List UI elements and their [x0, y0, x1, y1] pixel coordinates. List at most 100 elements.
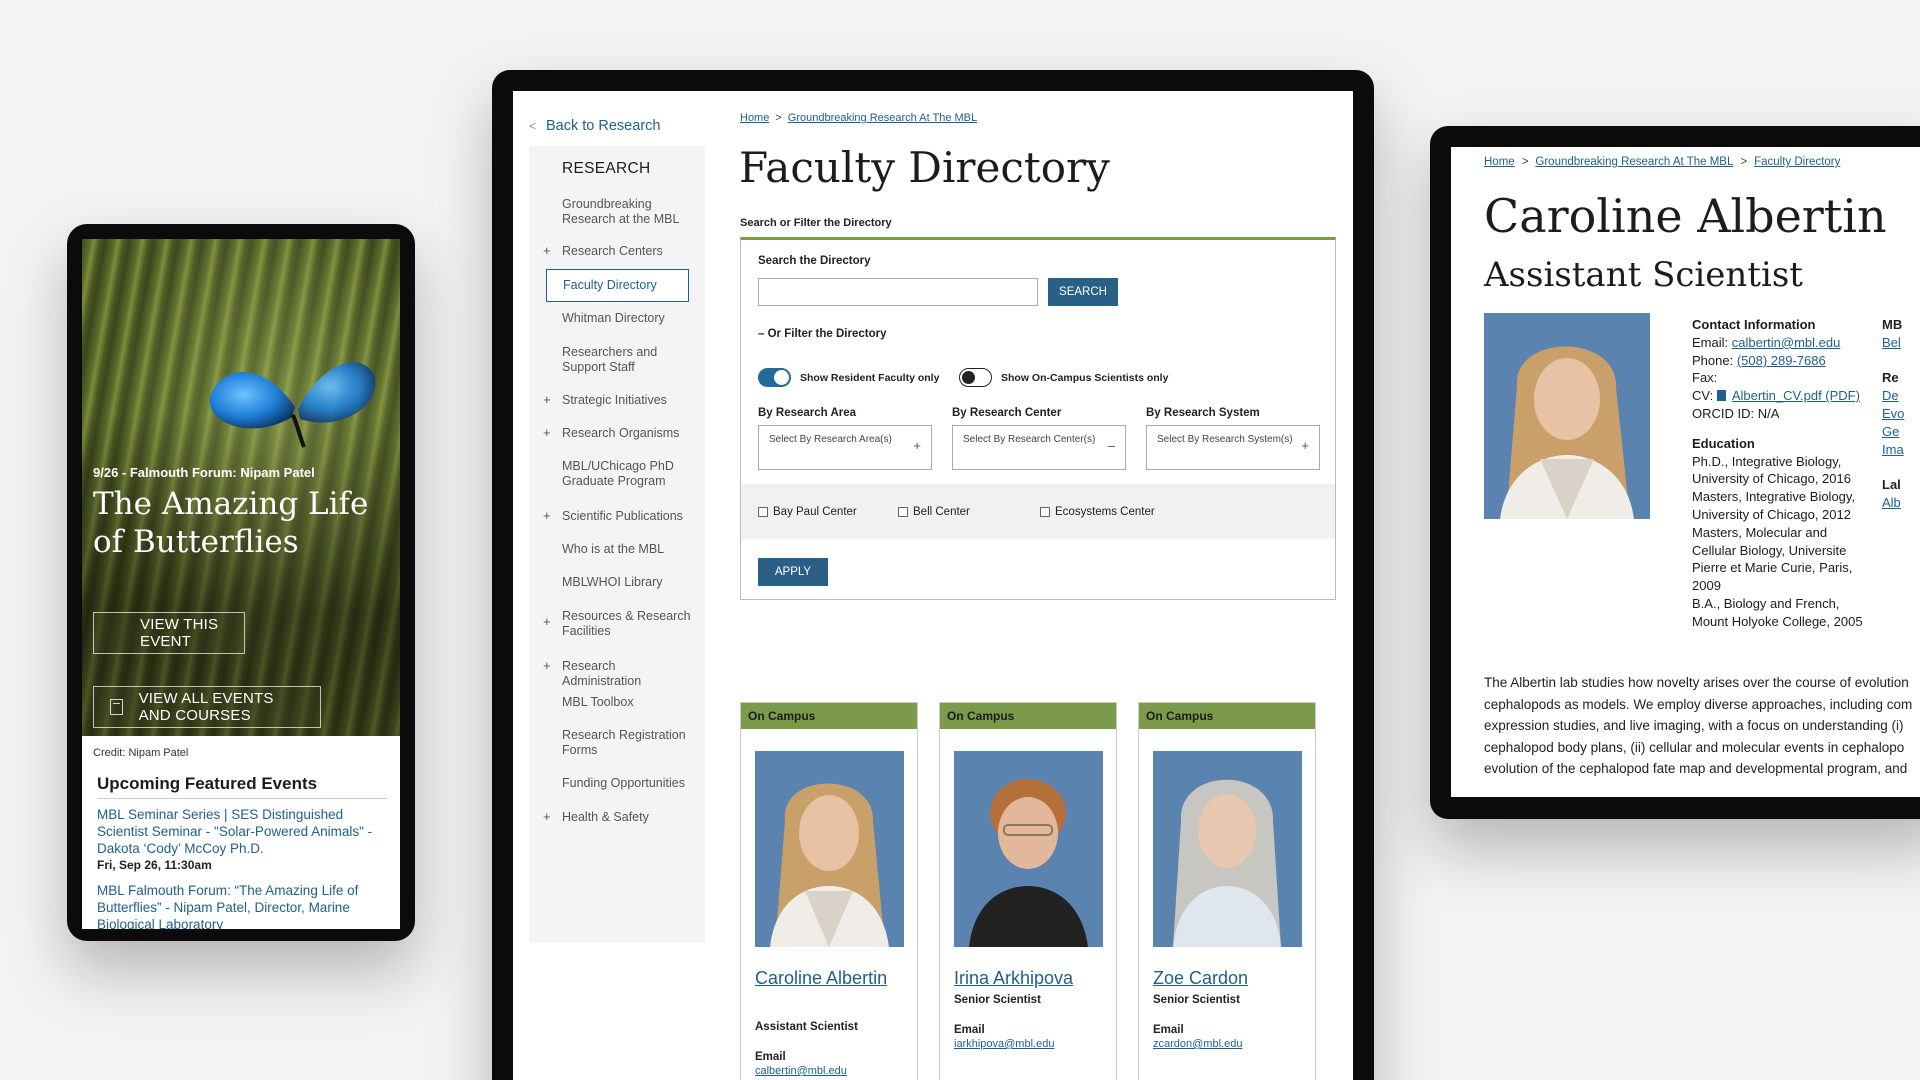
search-input[interactable]: [758, 278, 1038, 306]
sidebar-item-label: Faculty Directory: [563, 278, 657, 292]
breadcrumb-separator: >: [775, 112, 782, 124]
profile-tablet-device: Home > Groundbreaking Research At The MBL >…: [1430, 126, 1920, 819]
sidebar-item-faculty-directory[interactable]: Faculty Directory: [546, 269, 689, 302]
sidebar-item-researchers-staff[interactable]: Researchers and Support Staff: [562, 345, 692, 375]
phone-screen: 9/26 - Falmouth Forum: Nipam Patel The A…: [82, 239, 400, 929]
research-center-select[interactable]: Select By Research Center(s) –: [952, 425, 1126, 470]
divider: [97, 798, 387, 799]
checkbox-bay-paul-center[interactable]: Bay Paul Center: [758, 506, 857, 518]
sidebar-item-funding[interactable]: Funding Opportunities: [562, 776, 692, 791]
education-item: Ph.D., Integrative Biology, University o…: [1692, 453, 1851, 487]
sidebar-item-research-admin[interactable]: Research Administration: [562, 659, 692, 689]
sidebar-item-resources[interactable]: Resources & Research Facilities: [562, 609, 692, 639]
plus-icon[interactable]: +: [543, 508, 551, 523]
email-link[interactable]: calbertin@mbl.edu: [755, 1065, 847, 1077]
breadcrumb-groundbreaking[interactable]: Groundbreaking Research At The MBL: [1535, 156, 1733, 168]
cropped-heading: Lal: [1882, 477, 1901, 493]
sidebar-item-who-is-at-mbl[interactable]: Who is at the MBL: [562, 542, 692, 557]
toggle-switch-on[interactable]: [758, 368, 791, 387]
plus-icon[interactable]: +: [543, 614, 551, 629]
faculty-card[interactable]: On Campus Caroline Albertin Assistant Sc…: [740, 702, 918, 1080]
faculty-card[interactable]: On Campus Zoe Cardon Senior Scientist Em…: [1138, 702, 1316, 1080]
cropped-link[interactable]: Bel: [1882, 334, 1904, 352]
page-title: Faculty Directory: [739, 143, 1110, 192]
email-label: Email: [755, 1051, 786, 1063]
apply-button[interactable]: APPLY: [758, 558, 828, 586]
plus-icon[interactable]: +: [543, 392, 551, 407]
faculty-photo[interactable]: [1153, 751, 1302, 947]
research-area-select[interactable]: Select By Research Area(s) +: [758, 425, 932, 470]
sidebar-item-research-centers[interactable]: Research Centers: [562, 244, 692, 259]
event-item[interactable]: MBL Falmouth Forum: “The Amazing Life of…: [97, 882, 392, 929]
status-badge: On Campus: [741, 703, 917, 729]
education-item: Masters, Molecular and Cellular Biology,…: [1692, 524, 1853, 594]
email-link[interactable]: iarkhipova@mbl.edu: [954, 1038, 1054, 1050]
plus-icon[interactable]: +: [543, 658, 551, 673]
breadcrumb-home[interactable]: Home: [740, 112, 769, 124]
plus-icon: +: [913, 438, 921, 453]
cropped-link[interactable]: Alb: [1882, 494, 1904, 512]
event-title[interactable]: MBL Seminar Series | SES Distinguished S…: [97, 806, 392, 857]
email-link[interactable]: calbertin@mbl.edu: [1732, 335, 1841, 350]
filter-toggle[interactable]: – Or Filter the Directory: [758, 328, 886, 340]
cropped-link[interactable]: Ge: [1882, 423, 1904, 441]
sidebar-item-health-safety[interactable]: Health & Safety: [562, 810, 692, 825]
breadcrumb-groundbreaking[interactable]: Groundbreaking Research At The MBL: [788, 112, 977, 124]
checkbox-icon[interactable]: [898, 507, 908, 517]
research-system-select[interactable]: Select By Research System(s) +: [1146, 425, 1320, 470]
bio-line: cephalopods as models. We employ diverse…: [1484, 696, 1913, 712]
faculty-photo[interactable]: [954, 751, 1103, 947]
toggle-switch-off[interactable]: [959, 368, 992, 387]
phone-link[interactable]: (508) 289-7686: [1737, 353, 1826, 368]
sidebar-item-research-organisms[interactable]: Research Organisms: [562, 426, 692, 441]
event-title[interactable]: MBL Falmouth Forum: “The Amazing Life of…: [97, 882, 392, 929]
sidebar-item-phd-program[interactable]: MBL/UChicago PhD Graduate Program: [562, 459, 692, 489]
sidebar-item-publications[interactable]: Scientific Publications: [562, 509, 692, 524]
plus-icon[interactable]: +: [543, 243, 551, 258]
sidebar-item-registration-forms[interactable]: Research Registration Forms: [562, 728, 692, 758]
cv-row: CV: Albertin_CV.pdf (PDF): [1692, 387, 1872, 405]
plus-icon[interactable]: +: [543, 425, 551, 440]
select-placeholder: Select By Research System(s): [1157, 434, 1293, 445]
filter-toggle-label: Or Filter the Directory: [767, 328, 887, 340]
profile-bio: The Albertin lab studies how novelty ari…: [1484, 672, 1920, 780]
sidebar-item-groundbreaking[interactable]: Groundbreaking Research at the MBL: [562, 197, 692, 227]
profile-screen: Home > Groundbreaking Research At The MBL >…: [1451, 147, 1920, 797]
event-item[interactable]: MBL Seminar Series | SES Distinguished S…: [97, 806, 392, 872]
cv-link[interactable]: Albertin_CV.pdf (PDF): [1732, 388, 1860, 403]
sidebar-item-library[interactable]: MBLWHOI Library: [562, 575, 692, 590]
sidebar-item-toolbox[interactable]: MBL Toolbox: [562, 695, 692, 710]
faculty-role: Senior Scientist: [954, 994, 1041, 1006]
email-link[interactable]: zcardon@mbl.edu: [1153, 1038, 1242, 1050]
sidebar-item-strategic-initiatives[interactable]: Strategic Initiatives: [562, 393, 692, 408]
back-to-research-link[interactable]: < Back to Research: [529, 118, 660, 134]
view-all-events-button[interactable]: VIEW ALL EVENTS AND COURSES: [93, 686, 321, 728]
directory-screen: < Back to Research RESEARCH Groundbreaki…: [513, 91, 1353, 1080]
toggle-label: Show On-Campus Scientists only: [1001, 371, 1169, 384]
checkbox-bell-center[interactable]: Bell Center: [898, 506, 970, 518]
breadcrumb-home[interactable]: Home: [1484, 156, 1515, 168]
butterfly-image: [209, 362, 376, 448]
faculty-name-link[interactable]: Caroline Albertin: [755, 965, 910, 992]
checkbox-icon[interactable]: [1040, 507, 1050, 517]
fax-row: Fax:: [1692, 370, 1718, 386]
view-event-button[interactable]: VIEW THIS EVENT: [93, 612, 245, 654]
faculty-name-link[interactable]: Irina Arkhipova: [954, 965, 1109, 992]
on-campus-toggle[interactable]: Show On-Campus Scientists only: [959, 368, 1168, 387]
plus-icon[interactable]: +: [543, 809, 551, 824]
resident-faculty-toggle[interactable]: Show Resident Faculty only: [758, 368, 939, 387]
checkbox-ecosystems-center[interactable]: Ecosystems Center: [1040, 506, 1155, 518]
research-sidebar: RESEARCH Groundbreaking Research at the …: [529, 146, 705, 943]
search-button[interactable]: SEARCH: [1048, 278, 1118, 306]
breadcrumb-faculty-directory[interactable]: Faculty Directory: [1754, 156, 1840, 168]
checkbox-icon[interactable]: [758, 507, 768, 517]
email-label: Email: [1153, 1024, 1184, 1036]
cropped-link[interactable]: De: [1882, 387, 1904, 405]
faculty-photo[interactable]: [755, 751, 904, 947]
cropped-link[interactable]: Evo: [1882, 405, 1904, 423]
faculty-card[interactable]: On Campus Irina Arkhipova Senior Scienti…: [939, 702, 1117, 1080]
tablet-device: < Back to Research RESEARCH Groundbreaki…: [492, 70, 1374, 1080]
cropped-link[interactable]: Ima: [1882, 441, 1904, 459]
sidebar-item-whitman-directory[interactable]: Whitman Directory: [562, 311, 692, 326]
faculty-name-link[interactable]: Zoe Cardon: [1153, 965, 1308, 992]
